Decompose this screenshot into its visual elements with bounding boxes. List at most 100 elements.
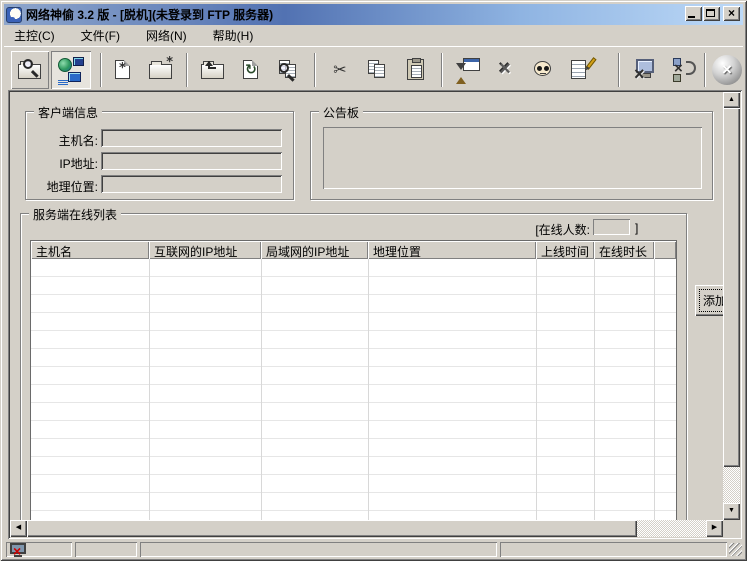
scheduled-task-icon	[454, 57, 480, 83]
status-panel-4	[500, 542, 727, 557]
paste-icon	[403, 57, 429, 83]
scroll-down-button[interactable]: ▼	[723, 503, 740, 520]
close-icon: ×	[723, 6, 740, 21]
status-panel-3	[140, 542, 497, 557]
main-view: 客户端信息 主机名: IP地址: 地理位置: 公告板 [在线人数: ] 服务端在…	[8, 90, 742, 539]
toolbar: * * ↻ ✂ ×	[4, 46, 743, 90]
minimize-button[interactable]	[685, 6, 702, 21]
new-folder-button[interactable]: *	[142, 51, 180, 89]
vertical-scroll-thumb[interactable]	[723, 108, 740, 467]
column-header-online-time[interactable]: 上线时间	[536, 241, 594, 259]
resize-grip[interactable]	[729, 543, 742, 556]
toolbar-separator	[704, 53, 706, 87]
location-field[interactable]	[101, 175, 282, 193]
caption-buttons: ×	[684, 6, 740, 21]
folder-up-icon	[200, 57, 226, 83]
cut-icon: ✂	[327, 57, 353, 83]
focus-rect	[699, 289, 723, 312]
status-bar	[4, 539, 743, 557]
menu-help[interactable]: 帮助(H)	[207, 25, 260, 46]
grid-line	[594, 259, 595, 520]
app-window: 网络神偷 3.2 版 - [脱机](未登录到 FTP 服务器) × 主控(C) …	[0, 0, 747, 561]
server-list-body[interactable]	[31, 259, 676, 520]
bulletin-title: 公告板	[319, 104, 363, 121]
copy-icon	[365, 57, 391, 83]
toolbar-separator	[186, 53, 188, 87]
stop-button[interactable]: ×	[710, 51, 744, 89]
toolbar-separator	[441, 53, 443, 87]
disconnect-computer-icon: ×	[634, 57, 660, 83]
column-header-hostname[interactable]: 主机名	[31, 241, 149, 259]
delete-icon: ×	[492, 57, 518, 83]
stealth-mode-icon	[530, 57, 556, 83]
status-panel-connection	[6, 542, 72, 557]
folder-up-button[interactable]	[194, 51, 232, 89]
cut-button[interactable]: ✂	[321, 51, 359, 89]
disconnect-computer-button[interactable]: ×	[628, 51, 666, 89]
delete-button[interactable]: ×	[486, 51, 524, 89]
scrollbar-corner	[723, 520, 740, 537]
grid-line	[368, 259, 369, 520]
paste-button[interactable]	[397, 51, 435, 89]
properties-button[interactable]	[562, 51, 600, 89]
form-area: 客户端信息 主机名: IP地址: 地理位置: 公告板 [在线人数: ] 服务端在…	[10, 92, 723, 520]
title-bar[interactable]: 网络神偷 3.2 版 - [脱机](未登录到 FTP 服务器) ×	[4, 4, 743, 25]
horizontal-scrollbar[interactable]: ◀ ▶	[10, 520, 723, 537]
remote-screen-view-button[interactable]	[51, 51, 91, 89]
find-in-files-button[interactable]	[270, 51, 308, 89]
remote-screen-icon	[58, 57, 84, 83]
ip-field[interactable]	[101, 152, 282, 170]
menu-bar: 主控(C) 文件(F) 网络(N) 帮助(H)	[4, 25, 743, 46]
maximize-icon	[706, 9, 715, 17]
column-header-lan-ip[interactable]: 局域网的IP地址	[261, 241, 368, 259]
minimize-icon	[688, 16, 695, 18]
menu-network[interactable]: 网络(N)	[140, 25, 193, 46]
hostname-label: 主机名:	[26, 132, 98, 149]
bulletin-group: 公告板	[310, 111, 713, 200]
column-header-filler	[654, 241, 676, 259]
add-button[interactable]: 添加	[695, 285, 723, 316]
server-list-table[interactable]: 主机名 互联网的IP地址 局域网的IP地址 地理位置 上线时间 在线时长	[30, 240, 677, 520]
window-title: 网络神偷 3.2 版 - [脱机](未登录到 FTP 服务器)	[26, 6, 273, 23]
toolbar-separator	[314, 53, 316, 87]
stop-icon: ×	[714, 57, 740, 83]
grid-line	[654, 259, 655, 520]
app-icon[interactable]	[6, 7, 22, 23]
vertical-scrollbar[interactable]: ▲ ▼	[723, 92, 740, 520]
scroll-left-button[interactable]: ◀	[10, 520, 27, 537]
maximize-button[interactable]	[703, 6, 720, 21]
disconnect-network-button[interactable]: ×	[666, 51, 704, 89]
scheduled-task-button[interactable]	[448, 51, 486, 89]
find-in-files-icon	[276, 57, 302, 83]
grid-line	[536, 259, 537, 520]
grid-line	[149, 259, 150, 520]
scroll-right-button[interactable]: ▶	[706, 520, 723, 537]
new-file-icon: *	[110, 57, 136, 83]
new-file-button[interactable]: *	[104, 51, 142, 89]
toolbar-separator	[618, 53, 620, 87]
copy-button[interactable]	[359, 51, 397, 89]
new-folder-icon: *	[148, 57, 174, 83]
menu-master[interactable]: 主控(C)	[8, 25, 61, 46]
server-list-header: 主机名 互联网的IP地址 局域网的IP地址 地理位置 上线时间 在线时长	[31, 241, 676, 259]
browse-search-icon	[17, 57, 43, 83]
stealth-mode-button[interactable]	[524, 51, 562, 89]
refresh-icon: ↻	[238, 57, 264, 83]
browse-search-button[interactable]	[11, 51, 49, 89]
column-header-location[interactable]: 地理位置	[368, 241, 536, 259]
menu-file[interactable]: 文件(F)	[75, 25, 126, 46]
hostname-field[interactable]	[101, 129, 282, 147]
column-header-duration[interactable]: 在线时长	[594, 241, 654, 259]
column-header-internet-ip[interactable]: 互联网的IP地址	[149, 241, 261, 259]
horizontal-scroll-thumb[interactable]	[27, 520, 637, 537]
ip-label: IP地址:	[26, 155, 98, 172]
close-button[interactable]: ×	[723, 6, 740, 21]
scroll-up-button[interactable]: ▲	[723, 92, 740, 108]
client-info-group: 客户端信息 主机名: IP地址: 地理位置:	[25, 111, 294, 200]
grid-line	[261, 259, 262, 520]
refresh-button[interactable]: ↻	[232, 51, 270, 89]
client-info-title: 客户端信息	[34, 104, 102, 121]
status-panel-2	[75, 542, 137, 557]
toolbar-separator	[100, 53, 102, 87]
disconnect-network-icon: ×	[672, 57, 698, 83]
